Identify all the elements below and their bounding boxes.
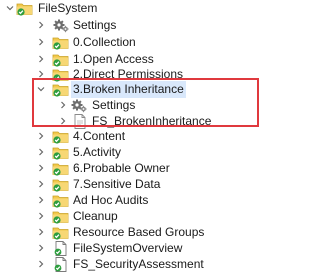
tree-node-cleanup[interactable]: Cleanup (0, 208, 270, 225)
chevron-right-icon[interactable] (35, 34, 47, 51)
tree-node-6-probable-owner[interactable]: 6.Probable Owner (0, 160, 270, 177)
tree-node-fs-securityassessment[interactable]: FS_SecurityAssessment (0, 256, 270, 273)
chevron-right-icon[interactable] (35, 176, 47, 193)
chevron-down-icon[interactable] (4, 0, 16, 17)
tree-node-ad-hoc-audits[interactable]: Ad Hoc Audits (0, 192, 270, 209)
tree-node-label: Resource Based Groups (73, 225, 205, 239)
chevron-right-icon[interactable] (35, 160, 47, 177)
folder-check-icon (52, 52, 70, 67)
tree-node-label: FileSystem (38, 1, 98, 15)
tree-node-filesystem[interactable]: FileSystem (0, 0, 270, 17)
tree-node-label: FS_SecurityAssessment (73, 257, 204, 271)
gear-icon (70, 98, 88, 113)
chevron-right-icon[interactable] (35, 224, 47, 241)
folder-check-icon (52, 177, 70, 192)
tree-node-label: Settings (92, 98, 136, 112)
chevron-right-icon[interactable] (35, 144, 47, 161)
chevron-right-icon[interactable] (35, 256, 47, 273)
folder-check-icon (16, 1, 34, 16)
folder-check-icon (52, 67, 70, 82)
tree-node-label: 0.Collection (73, 35, 136, 49)
folder-check-icon (52, 209, 70, 224)
tree-node-4-content[interactable]: 4.Content (0, 128, 270, 145)
tree-node-7-sensitive-data[interactable]: 7.Sensitive Data (0, 176, 270, 193)
folder-check-icon (52, 129, 70, 144)
tree-node-label: Settings (73, 18, 117, 32)
tree-node-label: 4.Content (73, 129, 126, 143)
chevron-right-icon[interactable] (57, 97, 69, 114)
file-system-tree: FileSystem Settings 0.Collection 1.Open … (0, 0, 270, 273)
chevron-right-icon[interactable] (35, 128, 47, 145)
tree-node-3-broken-inheritance[interactable]: 3.Broken Inheritance (0, 81, 270, 98)
chevron-right-icon[interactable] (35, 17, 47, 34)
tree-node-label: 3.Broken Inheritance (71, 81, 186, 98)
tree-node-broken-inheritance-settings[interactable]: Settings (0, 97, 270, 114)
tree-node-label: 6.Probable Owner (73, 161, 170, 175)
tree-node-label: FileSystemOverview (73, 241, 183, 255)
folder-check-icon (52, 82, 70, 97)
document-check-icon (52, 241, 70, 256)
document-icon (70, 114, 88, 129)
document-check-icon (52, 257, 70, 272)
tree-node-label: 5.Activity (73, 145, 122, 159)
folder-check-icon (52, 225, 70, 240)
folder-check-icon (52, 193, 70, 208)
chevron-right-icon[interactable] (35, 208, 47, 225)
chevron-right-icon[interactable] (35, 192, 47, 209)
folder-check-icon (52, 145, 70, 160)
tree-node-resource-based-groups[interactable]: Resource Based Groups (0, 224, 270, 241)
folder-check-icon (52, 161, 70, 176)
tree-node-label: 7.Sensitive Data (73, 177, 161, 191)
tree-node-0-collection[interactable]: 0.Collection (0, 34, 270, 51)
gear-icon (52, 18, 70, 33)
chevron-right-icon[interactable] (35, 240, 47, 257)
tree-node-label: Cleanup (73, 209, 118, 223)
tree-node-filesystemoverview[interactable]: FileSystemOverview (0, 240, 270, 257)
tree-node-label: Ad Hoc Audits (73, 193, 149, 207)
chevron-down-icon[interactable] (35, 81, 47, 98)
tree-node-5-activity[interactable]: 5.Activity (0, 144, 270, 161)
tree-node-settings[interactable]: Settings (0, 17, 270, 34)
folder-check-icon (52, 35, 70, 50)
